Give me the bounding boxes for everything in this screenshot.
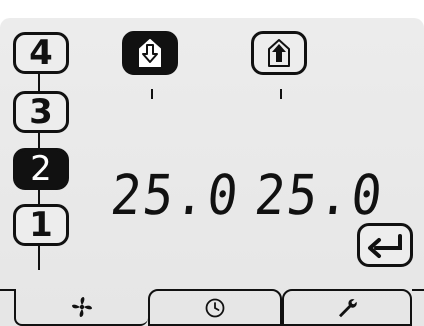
wrench-icon — [339, 298, 357, 317]
supply-temperature-readout: 25.0 — [107, 163, 243, 228]
tab-fan[interactable] — [14, 289, 148, 326]
fan-speed-3-button[interactable]: 3 — [13, 91, 69, 133]
tab-bar-divider — [0, 289, 14, 291]
tab-clock[interactable] — [148, 289, 282, 326]
bottom-tab-bar — [0, 289, 424, 326]
mode-connector-tick — [280, 89, 282, 99]
extract-temperature-readout: 25.0 — [251, 163, 387, 228]
control-panel-screen: 4 3 2 1 25.0 25.0 — [0, 18, 424, 326]
tab-settings[interactable] — [282, 289, 412, 326]
extract-air-mode-button[interactable] — [251, 31, 307, 99]
mode-connector-tick — [151, 89, 153, 99]
arrow-down-into-house-icon — [139, 39, 161, 67]
arrow-up-out-of-house-icon — [268, 39, 290, 67]
supply-air-mode-button[interactable] — [122, 31, 178, 99]
speed-connector-line — [38, 246, 40, 270]
fan-speed-4-button[interactable]: 4 — [13, 32, 69, 74]
fan-icon — [72, 296, 92, 317]
speed-connector-line — [38, 190, 40, 204]
fan-speed-2-button[interactable]: 2 — [13, 148, 69, 190]
speed-connector-line — [38, 133, 40, 148]
fan-speed-1-button[interactable]: 1 — [13, 204, 69, 246]
clock-icon — [205, 298, 225, 317]
speed-connector-line — [38, 74, 40, 91]
enter-return-icon — [368, 234, 402, 258]
enter-button[interactable] — [357, 223, 413, 267]
tab-bar-divider — [412, 289, 424, 291]
